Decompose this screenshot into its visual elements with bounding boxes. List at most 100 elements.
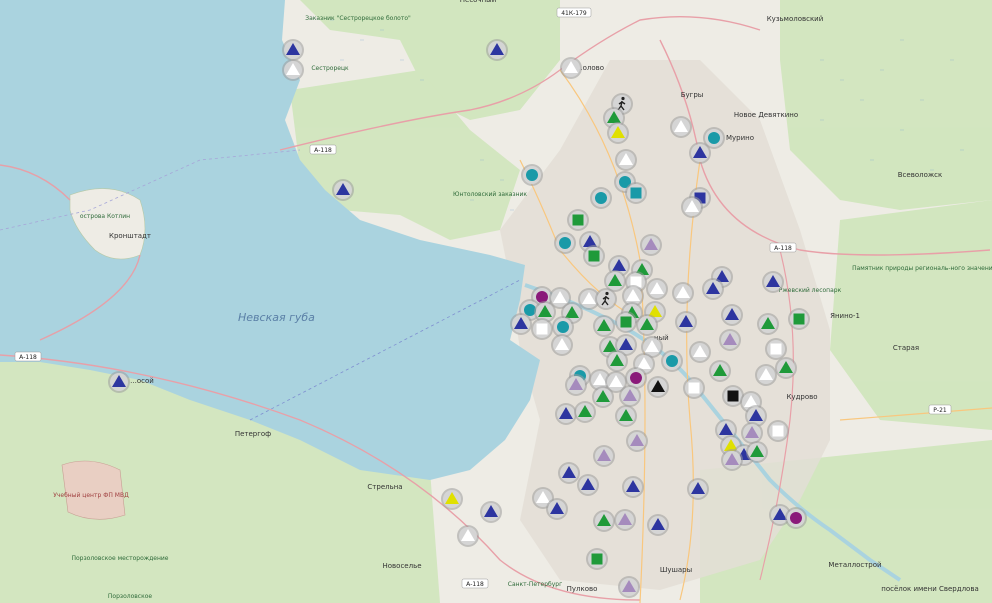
square-icon bbox=[572, 214, 584, 226]
place-label: Юнтоловский заказник bbox=[453, 191, 527, 198]
place-label: Бугры bbox=[681, 91, 704, 99]
map-marker-triangle[interactable] bbox=[441, 488, 463, 510]
map-marker-triangle[interactable] bbox=[719, 329, 741, 351]
square-icon bbox=[772, 425, 784, 437]
map-marker-triangle[interactable] bbox=[593, 315, 615, 337]
map-marker-square[interactable] bbox=[586, 548, 608, 570]
map-marker-circle[interactable] bbox=[785, 507, 807, 529]
road-shield: А-118 bbox=[461, 578, 489, 589]
map-marker-triangle[interactable] bbox=[615, 405, 637, 427]
map-marker-triangle[interactable] bbox=[551, 334, 573, 356]
map-marker-triangle[interactable] bbox=[618, 576, 640, 598]
map-marker-triangle[interactable] bbox=[681, 196, 703, 218]
map-marker-square[interactable] bbox=[765, 338, 787, 360]
map-marker-triangle[interactable] bbox=[721, 449, 743, 471]
square-icon bbox=[536, 323, 548, 335]
map-marker-circle[interactable] bbox=[521, 164, 543, 186]
map-marker-triangle[interactable] bbox=[558, 462, 580, 484]
map-marker-circle[interactable] bbox=[554, 232, 576, 254]
map-marker-triangle[interactable] bbox=[606, 350, 628, 372]
map-marker-triangle[interactable] bbox=[647, 514, 669, 536]
map-marker-triangle[interactable] bbox=[702, 278, 724, 300]
road-label: А-118 bbox=[314, 147, 332, 154]
map-marker-circle[interactable] bbox=[590, 187, 612, 209]
map-marker-triangle[interactable] bbox=[607, 122, 629, 144]
map-marker-triangle[interactable] bbox=[574, 401, 596, 423]
map-marker-triangle[interactable] bbox=[675, 311, 697, 333]
map-marker-triangle[interactable] bbox=[646, 278, 668, 300]
circle-icon bbox=[630, 372, 642, 384]
map-marker-triangle[interactable] bbox=[560, 57, 582, 79]
map-marker-circle[interactable] bbox=[661, 350, 683, 372]
map-marker-triangle[interactable] bbox=[480, 501, 502, 523]
map-marker-triangle[interactable] bbox=[565, 374, 587, 396]
map-marker-triangle[interactable] bbox=[332, 179, 354, 201]
place-label: Янино-1 bbox=[830, 312, 860, 320]
map-marker-triangle[interactable] bbox=[546, 498, 568, 520]
map-marker-square[interactable] bbox=[767, 420, 789, 442]
map-marker-square[interactable] bbox=[625, 182, 647, 204]
place-label: Кузьмоловский bbox=[767, 15, 824, 23]
map-marker-triangle[interactable] bbox=[592, 386, 614, 408]
road-shield: Р-21 bbox=[928, 404, 952, 415]
road-shield: А-118 bbox=[769, 242, 797, 253]
map-marker-triangle[interactable] bbox=[746, 441, 768, 463]
place-label: Шушары bbox=[660, 566, 692, 574]
place-label: Кронштадт bbox=[109, 232, 151, 240]
map-marker-triangle[interactable] bbox=[636, 314, 658, 336]
map-marker-triangle[interactable] bbox=[282, 39, 304, 61]
square-icon bbox=[727, 390, 739, 402]
map-marker-triangle[interactable] bbox=[486, 39, 508, 61]
map-marker-triangle[interactable] bbox=[622, 476, 644, 498]
map-marker-triangle[interactable] bbox=[709, 360, 731, 382]
map-marker-square[interactable] bbox=[683, 377, 705, 399]
circle-icon bbox=[557, 321, 569, 333]
map-marker-walker[interactable] bbox=[595, 288, 617, 310]
square-icon bbox=[588, 250, 600, 262]
map-marker-triangle[interactable] bbox=[640, 234, 662, 256]
place-label: Пулково bbox=[567, 585, 598, 593]
map-marker-triangle[interactable] bbox=[741, 422, 763, 444]
map-marker-square[interactable] bbox=[615, 311, 637, 333]
place-label: Новое Девяткино bbox=[734, 111, 798, 119]
map-marker-triangle[interactable] bbox=[510, 313, 532, 335]
map-marker-triangle[interactable] bbox=[615, 149, 637, 171]
map-marker-triangle[interactable] bbox=[593, 445, 615, 467]
map-marker-triangle[interactable] bbox=[689, 142, 711, 164]
map-marker-triangle[interactable] bbox=[108, 371, 130, 393]
map-marker-triangle[interactable] bbox=[687, 478, 709, 500]
map-marker-triangle[interactable] bbox=[670, 116, 692, 138]
road-label: А-118 bbox=[774, 245, 792, 252]
place-label: Кудрово bbox=[786, 393, 817, 401]
map-marker-triangle[interactable] bbox=[721, 304, 743, 326]
map-marker-square[interactable] bbox=[583, 245, 605, 267]
map-marker-triangle[interactable] bbox=[755, 364, 777, 386]
map-canvas[interactable]: Невская губа Кузьмоловский Новое Девяткин… bbox=[0, 0, 992, 603]
map-marker-triangle[interactable] bbox=[647, 376, 669, 398]
map-marker-triangle[interactable] bbox=[457, 525, 479, 547]
circle-icon bbox=[526, 169, 538, 181]
map-marker-triangle[interactable] bbox=[689, 341, 711, 363]
place-label: Всеволожск bbox=[898, 171, 943, 179]
map-marker-square[interactable] bbox=[531, 318, 553, 340]
place-label: посёлок имени Свердлова bbox=[881, 585, 979, 593]
map-marker-triangle[interactable] bbox=[593, 510, 615, 532]
place-label: Порзоловское bbox=[108, 593, 152, 600]
map-marker-triangle[interactable] bbox=[626, 430, 648, 452]
road-shield: А-118 bbox=[14, 351, 42, 362]
map-marker-triangle[interactable] bbox=[672, 282, 694, 304]
road-shield: А-118 bbox=[309, 144, 337, 155]
map-marker-triangle[interactable] bbox=[614, 509, 636, 531]
map-marker-triangle[interactable] bbox=[762, 271, 784, 293]
road-label: А-118 bbox=[19, 354, 37, 361]
map-marker-triangle[interactable] bbox=[757, 313, 779, 335]
place-label: Учебный центр ФП МВД bbox=[53, 492, 129, 499]
map-marker-triangle[interactable] bbox=[577, 474, 599, 496]
circle-icon bbox=[790, 512, 802, 524]
map-marker-triangle[interactable] bbox=[619, 385, 641, 407]
map-marker-triangle[interactable] bbox=[775, 357, 797, 379]
map-marker-triangle[interactable] bbox=[555, 403, 577, 425]
map-marker-square[interactable] bbox=[788, 308, 810, 330]
map-marker-square[interactable] bbox=[567, 209, 589, 231]
map-marker-triangle[interactable] bbox=[282, 59, 304, 81]
